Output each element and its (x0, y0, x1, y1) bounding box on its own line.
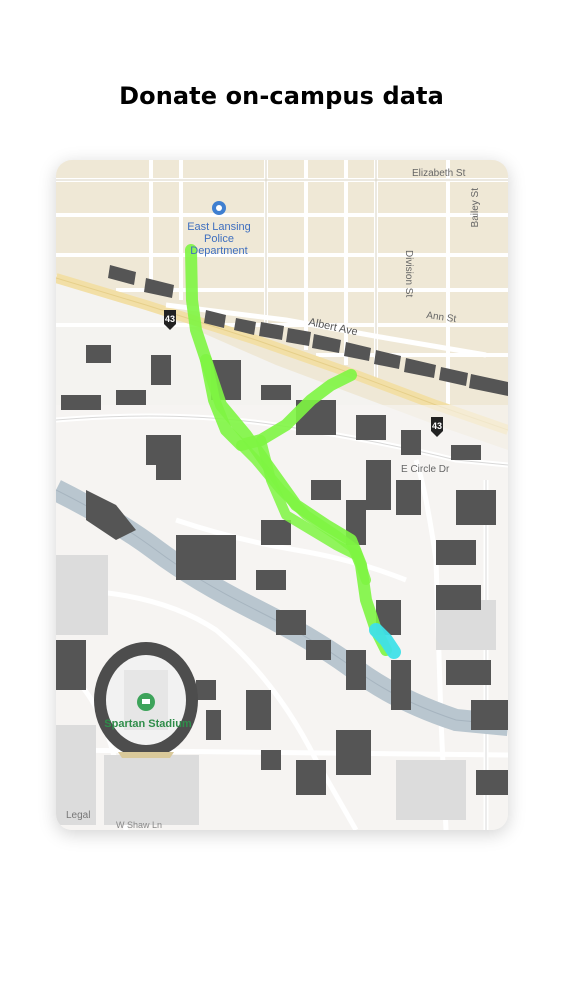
street-label-division: Division St (403, 250, 414, 297)
police-label-line3: Department (190, 245, 247, 257)
street-label-e-circle: E Circle Dr (401, 464, 450, 475)
map-view[interactable]: East Lansing Police Department Elizabeth… (56, 160, 508, 830)
police-marker[interactable] (212, 201, 226, 215)
street-label-elizabeth: Elizabeth St (412, 168, 466, 179)
spartan-stadium (94, 642, 198, 758)
map-canvas[interactable]: East Lansing Police Department Elizabeth… (56, 160, 508, 830)
police-label-line2: Police (204, 233, 234, 245)
street-label-bailey: Bailey St (470, 188, 481, 228)
page-title: Donate on-campus data (119, 82, 444, 110)
street-label-bottom: W Shaw Ln (116, 820, 162, 830)
police-label-line1: East Lansing (187, 221, 251, 233)
route-shield-2-number: 43 (432, 421, 442, 431)
stadium-label: Spartan Stadium (104, 718, 192, 730)
legal-link[interactable]: Legal (66, 810, 90, 821)
route-shield-1-number: 43 (165, 314, 175, 324)
